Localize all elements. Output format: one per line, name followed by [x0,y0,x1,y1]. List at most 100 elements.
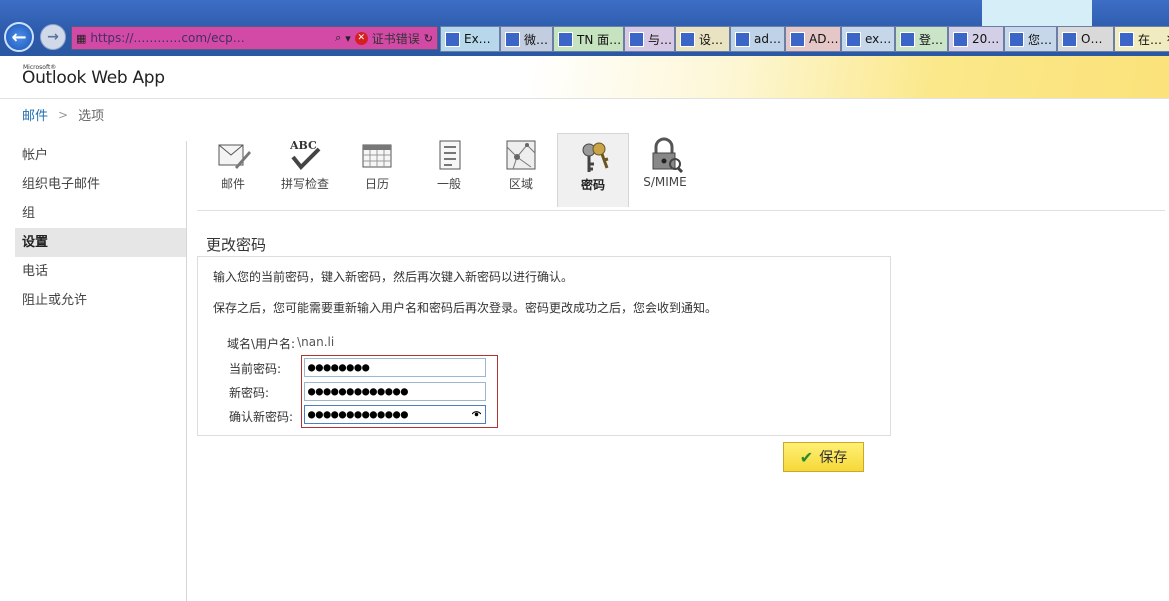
tn-icon [1062,31,1077,47]
smime-lock-icon [652,137,683,173]
change-password-panel: 输入您的当前密码，键入新密码，然后再次键入新密码以进行确认。 保存之后，您可能需… [197,256,891,436]
browser-tab-label: 登… [919,32,944,47]
browser-tab-label: 您… [1028,32,1053,47]
notice-text: 保存之后，您可能需要重新输入用户名和密码后再次登录。密码更改成功之后，您会收到通… [213,301,718,315]
breadcrumb-current: 选项 [78,109,105,124]
sidebar-item[interactable]: 帐户 [15,141,186,170]
settings-tab[interactable]: 密码 [557,133,629,207]
browser-tab[interactable]: AD… [785,26,841,52]
sidebar-item[interactable]: 组 [15,199,186,228]
browser-tab[interactable]: ad… [730,26,785,52]
paw-icon [505,31,520,47]
page-icon: ▦ [76,31,87,45]
browser-tab-label: Ex… [464,32,491,46]
domain-user-row: 域名\用户名: \nan.li [227,335,334,352]
settings-tab-label: 日历 [364,177,389,191]
settings-tab[interactable]: 日历 [341,133,413,207]
search-icon[interactable]: ⌕ [335,31,341,45]
refresh-icon[interactable]: ↻ [424,32,437,45]
browser-toolbar: ← → ▦ https://…………com/ecp… ⌕ ▾ ✕ 证书错误 ↻ … [0,0,1169,56]
settings-tab[interactable]: 一般 [413,133,485,207]
browser-tab[interactable]: 登… [895,26,948,52]
paw-icon [1009,31,1024,47]
paw-icon [953,31,968,47]
back-button[interactable]: ← [4,22,34,52]
c-icon [790,31,805,47]
address-bar[interactable]: ▦ https://…………com/ecp… ⌕ ▾ ✕ 证书错误 ↻ [71,26,438,50]
paw-icon [735,31,750,47]
paw-icon [629,31,644,47]
in-icon [900,31,915,47]
new-password-label: 新密码: [229,386,270,400]
save-button-label: 保存 [819,450,848,466]
browser-tab[interactable]: Ex… [440,26,500,52]
settings-tab-label: 密码 [580,178,605,192]
dropdown-icon[interactable]: ▾ [345,32,351,45]
settings-tab[interactable]: S/MIME [629,133,701,207]
new-password-field[interactable]: ●●●●●●●●●●●●● [304,382,486,401]
page-icon [680,31,695,47]
sidebar-item[interactable]: 电话 [15,257,186,286]
browser-tab[interactable]: 您… [1004,26,1057,52]
options-sidebar: 帐户 组织电子邮件组设置 电话 阻止或允许 [15,141,187,601]
browser-tab[interactable]: 微… [500,26,553,52]
region-icon [506,140,536,170]
paw-icon [1119,31,1134,47]
browser-tab[interactable]: TN 面… [553,26,624,52]
breadcrumb: 邮件 > 选项 [22,105,105,125]
arrow-right-icon: → [47,29,59,45]
domain-user-label: 域名\用户名: [227,337,296,351]
calendar-icon [362,144,392,168]
section-title: 更改密码 [206,236,267,254]
spellcheck-icon: ABC [289,139,321,170]
browser-tab-label: TN 面… [577,32,622,47]
browser-tab-label: 微… [524,32,549,47]
confirm-password-field[interactable]: ●●●●●●●●●●●●● [304,405,486,424]
browser-tab[interactable]: ex… [841,26,895,52]
paw-icon [846,31,861,47]
sidebar-item[interactable]: 设置 [15,228,186,257]
browser-tab-label: 与… [648,32,673,47]
browser-tab[interactable]: 20… [948,26,1004,52]
browser-tab-label: 20… [972,32,1000,46]
current-password-field[interactable]: ●●●●●●●● [304,358,486,377]
browser-tab[interactable]: O… [1057,26,1114,52]
browser-tab-label: 在… [1138,32,1163,47]
keys-icon [582,142,609,172]
browser-tab-label: O… [1081,32,1103,46]
app-title: Outlook Web App [22,68,165,88]
tab-strip: Ex… 微… TN 面… 与… 设… ad… AD… ex… 登… 20… 您… O… 在…✕ [440,26,1169,52]
settings-toolbar: 邮件 ABC 拼写检查 日历 一般 区域 密码 S/MIME [197,133,1165,211]
settings-tab[interactable]: 邮件 [197,133,269,207]
domain-user-value: \nan.li [297,335,335,349]
instruction-text: 输入您的当前密码，键入新密码，然后再次键入新密码以进行确认。 [213,270,574,284]
svg-text:ABC: ABC [289,139,317,152]
app-header: Microsoft® Outlook Web App [0,56,1169,99]
reveal-password-icon[interactable] [472,410,481,417]
mail-settings-icon [218,144,251,169]
url-text: https://…………com/ecp… [90,31,245,45]
arrow-left-icon: ← [11,26,27,48]
save-button[interactable]: ✔ 保存 [783,442,864,472]
browser-tab-label: AD… [809,32,839,46]
browser-tab-label: 设… [699,32,724,47]
checkmark-icon: ✔ [799,447,814,467]
toolbar-highlight [982,0,1092,26]
tn-icon [558,31,573,47]
browser-tab-label: ad… [754,32,781,46]
cert-error-label[interactable]: 证书错误 [372,30,420,47]
current-password-label: 当前密码: [229,362,282,376]
browser-tab[interactable]: 设… [675,26,730,52]
browser-tab[interactable]: 在…✕ [1114,26,1169,52]
breadcrumb-mail-link[interactable]: 邮件 [22,105,48,124]
cert-error-icon[interactable]: ✕ [354,31,368,45]
sidebar-item[interactable]: 组织电子邮件 [15,170,186,199]
sidebar-item[interactable]: 阻止或允许 [15,286,186,315]
breadcrumb-separator: > [58,107,69,122]
confirm-password-label: 确认新密码: [229,410,294,424]
general-icon [439,140,461,170]
forward-button[interactable]: → [40,24,66,50]
settings-tab[interactable]: ABC 拼写检查 [269,133,341,207]
browser-tab[interactable]: 与… [624,26,675,52]
settings-tab[interactable]: 区域 [485,133,557,207]
